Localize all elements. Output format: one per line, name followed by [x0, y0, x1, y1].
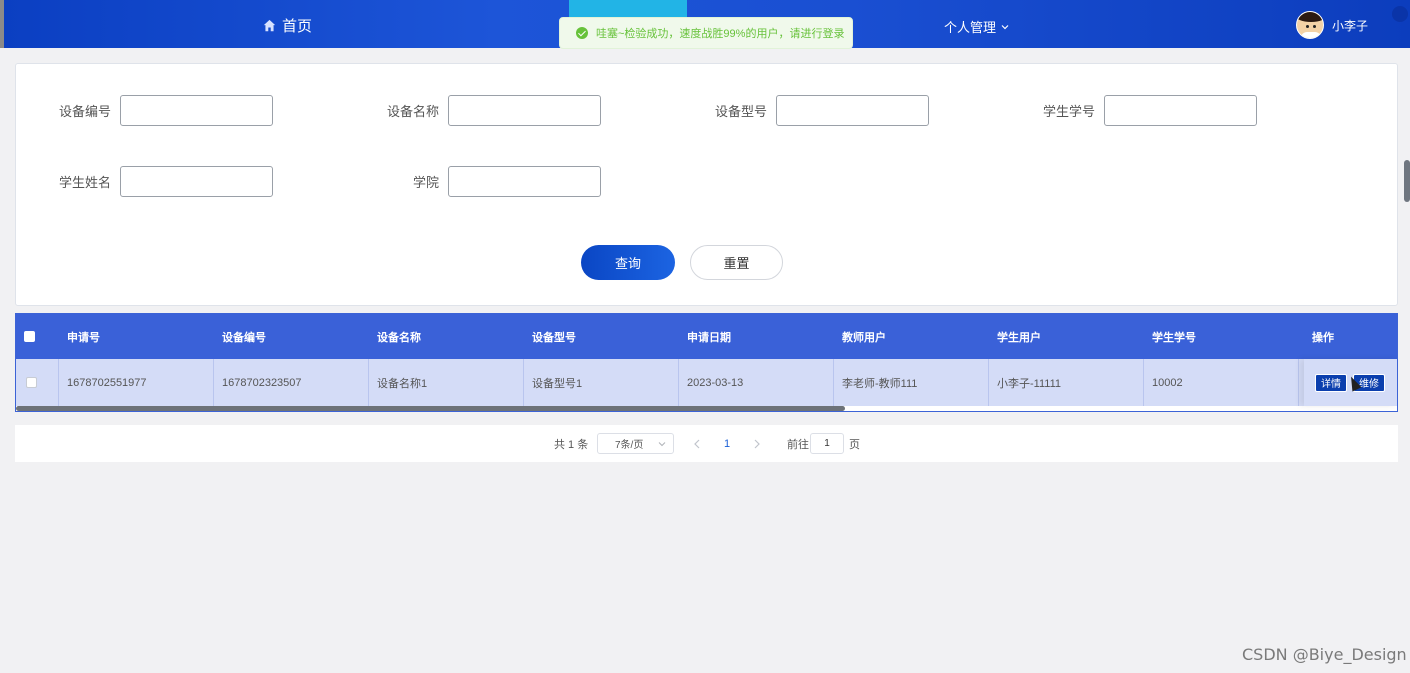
nav-personal-menu[interactable]: 个人管理: [944, 17, 1010, 36]
cell-device-model: 设备型号1: [524, 359, 679, 406]
table-row[interactable]: 1678702551977 1678702323507 设备名称1 设备型号1 …: [16, 359, 1397, 406]
cell-apply-date: 2023-03-13: [679, 359, 834, 406]
goto-prefix: 前往: [787, 438, 809, 451]
reset-button[interactable]: 重置: [690, 245, 783, 280]
avatar: [1296, 11, 1324, 39]
field-label: 学院: [412, 175, 439, 190]
field-label: 设备型号: [714, 104, 767, 119]
goto-input[interactable]: 1: [810, 425, 844, 462]
device-model-input[interactable]: [776, 95, 929, 126]
field-label: 学生学号: [1042, 104, 1095, 119]
cell-student-no: 10002: [1144, 359, 1299, 406]
column-header[interactable]: 申请号: [59, 314, 214, 359]
nav-home[interactable]: 首页: [263, 15, 312, 36]
column-header[interactable]: 学生用户: [989, 314, 1144, 359]
user-menu[interactable]: 小李子: [1296, 11, 1368, 39]
data-table: 申请号 设备编号 设备名称 设备型号 申请日期 教师用户 学生用户 学生学号 操…: [15, 313, 1398, 412]
field-label: 设备编号: [58, 104, 111, 119]
vertical-scrollbar[interactable]: [1404, 160, 1410, 202]
goto-suffix: 页: [849, 438, 860, 451]
search-field-device-model: 设备型号: [707, 95, 929, 126]
cell-device-name: 设备名称1: [369, 359, 524, 406]
nav-active-indicator: [569, 0, 687, 18]
column-header[interactable]: 申请日期: [679, 314, 834, 359]
prev-page-button[interactable]: [693, 425, 701, 462]
table-header: 申请号 设备编号 设备名称 设备型号 申请日期 教师用户 学生用户 学生学号 操…: [16, 314, 1397, 359]
field-label: 设备名称: [386, 104, 439, 119]
username: 小李子: [1332, 18, 1369, 33]
page-size-select[interactable]: 7条/页: [597, 425, 674, 462]
column-header[interactable]: 教师用户: [834, 314, 989, 359]
column-header[interactable]: 学生学号: [1144, 314, 1299, 359]
row-checkbox[interactable]: [26, 377, 37, 388]
student-name-input[interactable]: [120, 166, 273, 197]
success-toast: 哇塞~检验成功，速度战胜99%的用户，请进行登录: [559, 17, 853, 49]
search-field-college: 学院: [379, 166, 601, 197]
search-panel: 设备编号 设备名称 设备型号 学生学号 学生姓名 学院 查询 重置: [15, 63, 1398, 306]
search-field-student-no: 学生学号: [1035, 95, 1257, 126]
next-page-button[interactable]: [753, 425, 761, 462]
search-field-device-name: 设备名称: [379, 95, 601, 126]
student-no-input[interactable]: [1104, 95, 1257, 126]
search-field-device-no: 设备编号: [51, 95, 273, 126]
nav-personal-label: 个人管理: [944, 20, 997, 35]
chevron-down-icon: [1001, 24, 1009, 29]
chevron-left-icon: [694, 439, 700, 448]
chevron-right-icon: [754, 439, 760, 448]
cell-student-user: 小李子-11111: [989, 359, 1144, 406]
check-circle-icon: [576, 27, 588, 39]
column-header[interactable]: 设备编号: [214, 314, 369, 359]
watermark: CSDN @Biye_Design: [1242, 645, 1407, 664]
college-input[interactable]: [448, 166, 601, 197]
chevron-down-icon: [658, 441, 666, 446]
field-label: 学生姓名: [58, 175, 111, 190]
page-number-active[interactable]: 1: [724, 425, 730, 462]
search-field-student-name: 学生姓名: [51, 166, 273, 197]
cell-device-no: 1678702323507: [214, 359, 369, 406]
device-no-input[interactable]: [120, 95, 273, 126]
cell-application-no: 1678702551977: [59, 359, 214, 406]
row-select-cell: [16, 359, 59, 406]
column-header-actions: 操作: [1312, 331, 1334, 344]
nav-home-label: 首页: [282, 18, 313, 35]
corner-decoration: [1392, 6, 1408, 22]
toast-message: 哇塞~检验成功，速度战胜99%的用户，请进行登录: [596, 28, 845, 40]
detail-button[interactable]: 详情: [1315, 373, 1347, 392]
goto-input-value: 1: [810, 433, 844, 454]
cell-teacher-user: 李老师-教师111: [834, 359, 989, 406]
query-button[interactable]: 查询: [581, 245, 675, 280]
horizontal-scrollbar[interactable]: [16, 406, 845, 411]
select-all-cell: [16, 314, 59, 359]
page-size-value: 7条/页: [615, 440, 644, 451]
column-header[interactable]: 设备名称: [369, 314, 524, 359]
home-icon: [263, 19, 276, 32]
column-header[interactable]: 设备型号: [524, 314, 679, 359]
total-count: 共 1 条: [554, 438, 589, 451]
select-all-checkbox[interactable]: [24, 331, 35, 342]
device-name-input[interactable]: [448, 95, 601, 126]
pagination: 共 1 条 7条/页 1 前往 1 页: [15, 425, 1398, 462]
